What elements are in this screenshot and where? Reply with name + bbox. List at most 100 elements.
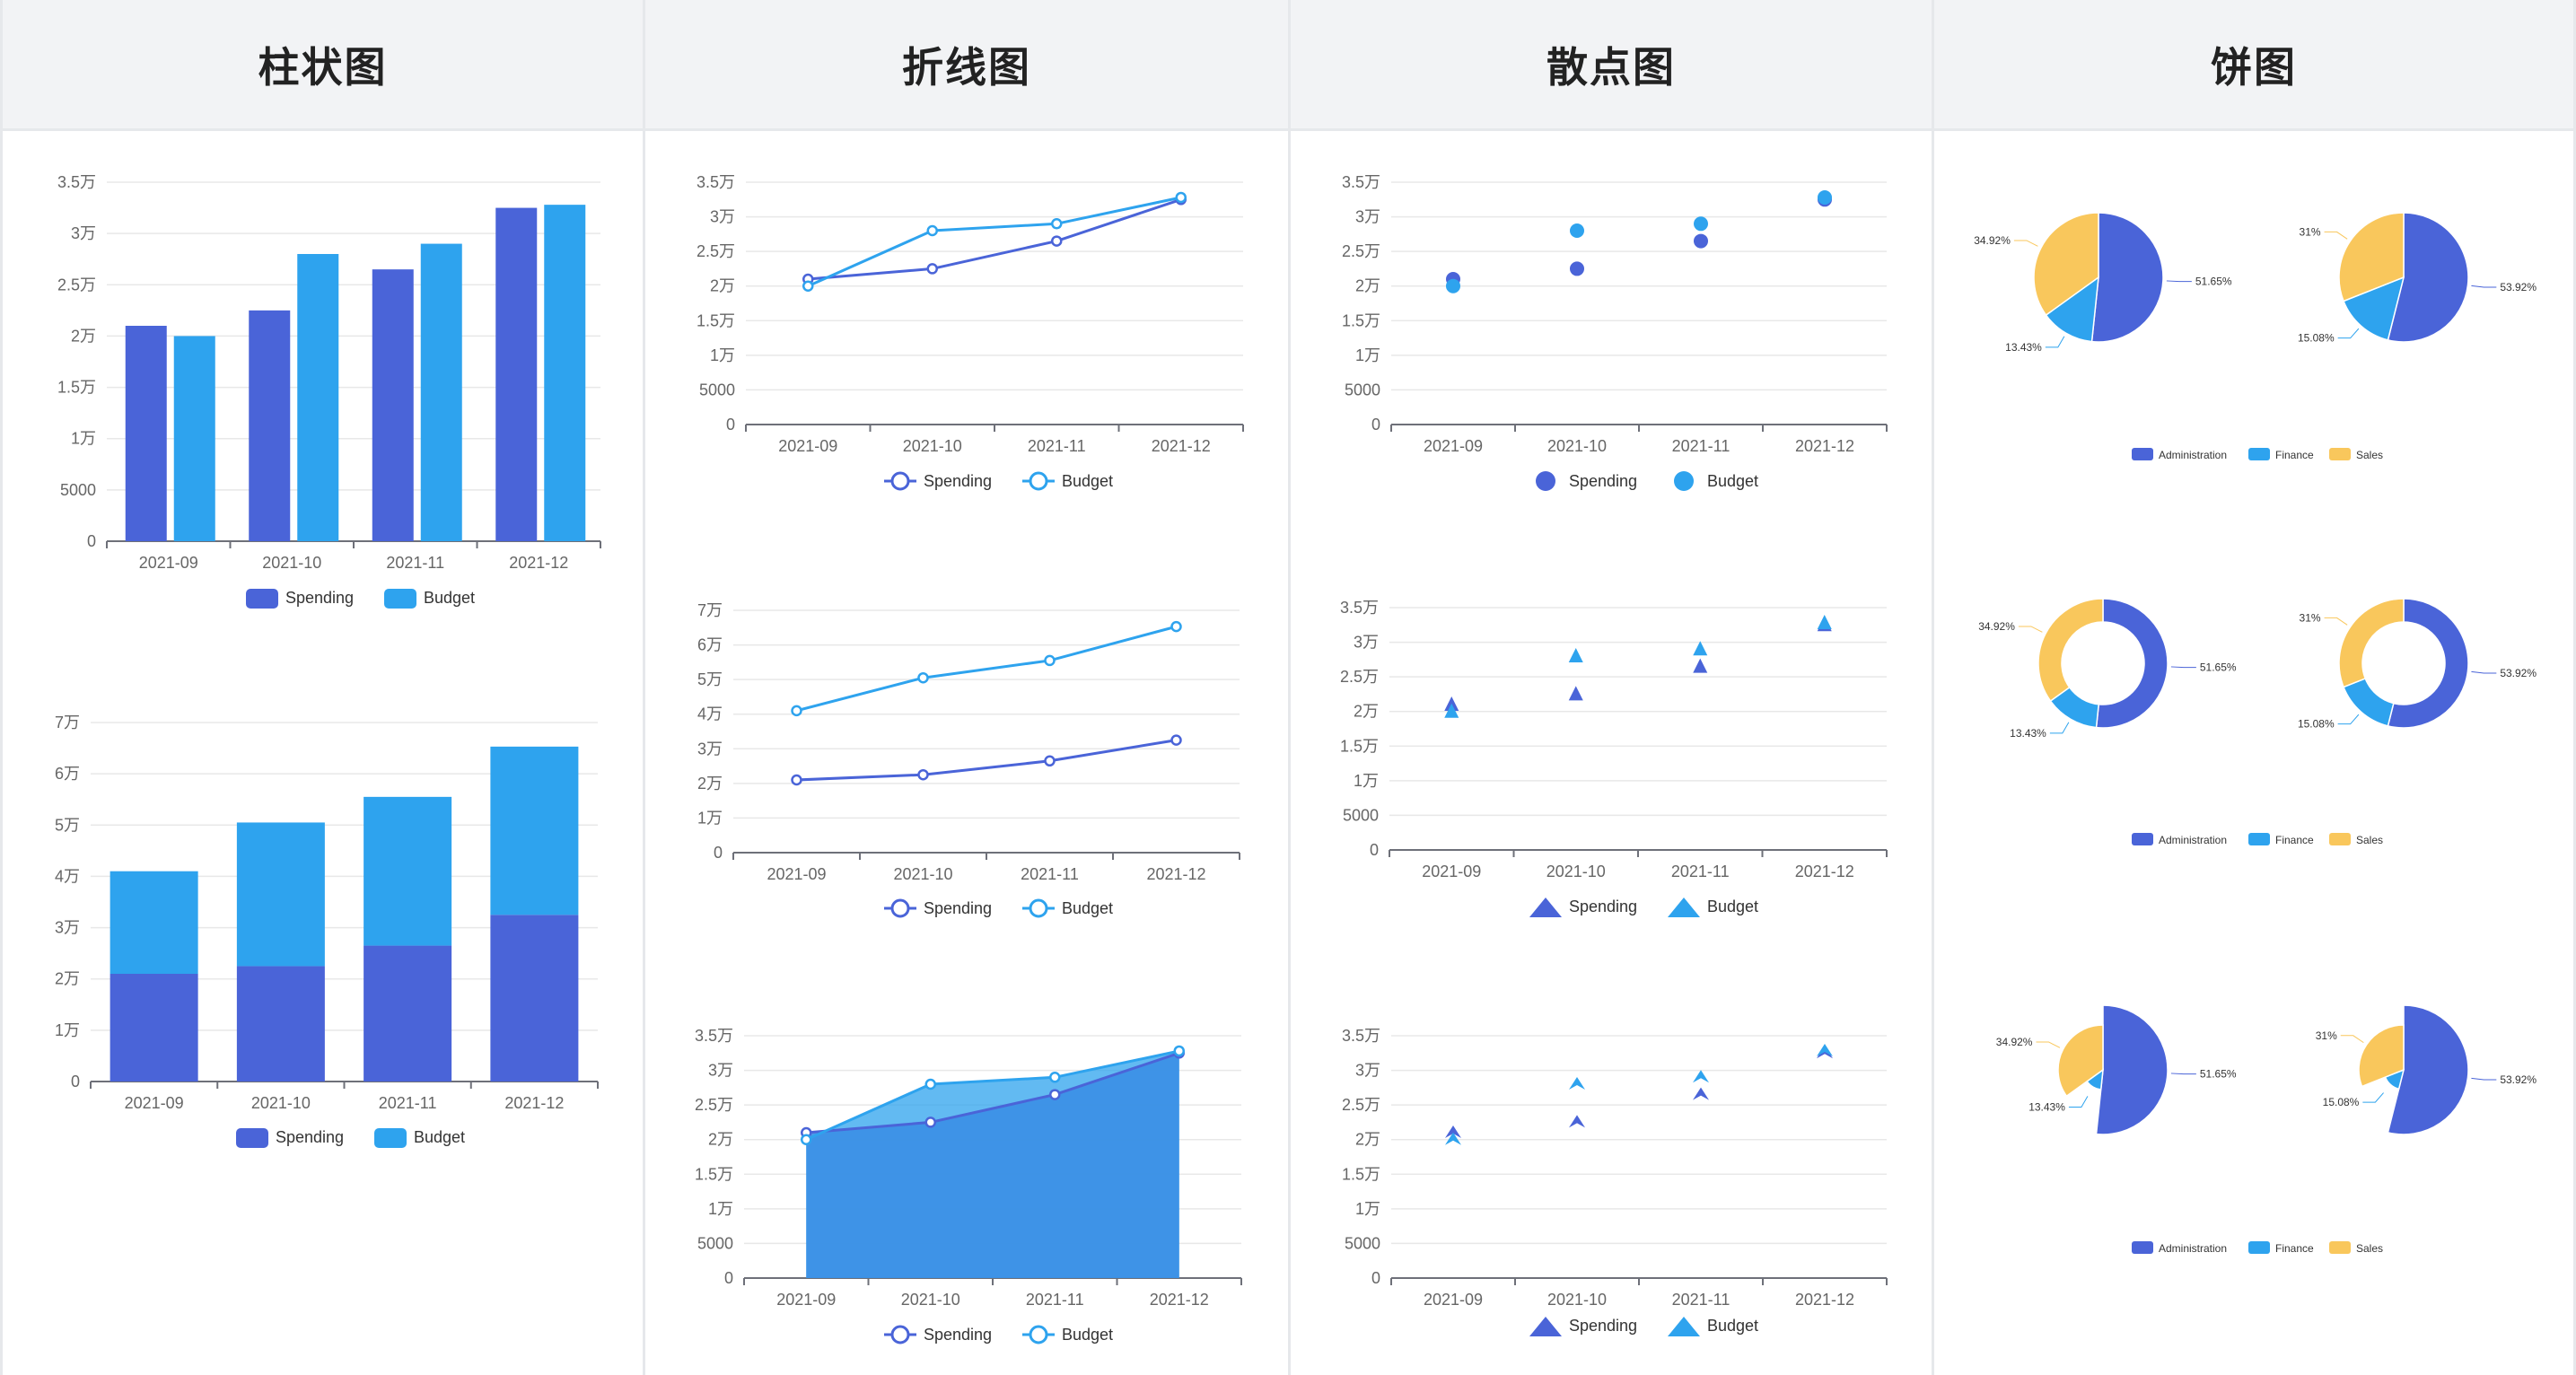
bar-stacked-chart: 0 1万 2万 3万 4万 5万 6万 7万 2021-09 2021-10 2021-11 2021…	[55, 714, 599, 1148]
pie-row1-legend-label: Administration	[2159, 449, 2227, 461]
pie-charts-panel: 51.65% 13.43% 34.92% 53.92% 15.08% 31% Adminis…	[1974, 212, 2537, 1255]
bar-grouped-legend-label: Spending	[285, 589, 354, 607]
pie-row1-a-slice-administration	[2090, 212, 2164, 343]
scatter-circle-legend-label: Budget	[1707, 472, 1758, 490]
pie-row3-b-label-line	[2362, 1092, 2384, 1103]
line-area-chart: 0 5000 1万 1.5万 2万 2.5万 3万 3.5万 2021-09 2021-10 202…	[695, 1027, 1242, 1344]
line-area-y-tick-label: 3万	[708, 1062, 733, 1080]
line-area-point-budget	[801, 1134, 812, 1145]
bar-stacked-bar-spending	[490, 915, 579, 1082]
bar-grouped-bar-spending	[372, 269, 414, 541]
bar-grouped-y-tick-label: 3万	[71, 224, 96, 242]
pie-row1-b-label-line	[2324, 231, 2348, 240]
line-stacked-point-budget	[791, 705, 802, 717]
line-basic-y-tick-label: 5000	[699, 381, 735, 398]
line-stacked-point-budget	[1044, 654, 1056, 667]
line-area-y-tick-label: 2.5万	[695, 1096, 733, 1114]
pie-row3-legend-label: Finance	[2275, 1242, 2314, 1255]
line-stacked-y-tick-label: 2万	[697, 775, 723, 793]
scatter-triangle-point-budget	[1693, 641, 1708, 656]
pie-row3-a-slice-label: 51.65%	[2200, 1068, 2237, 1081]
line-stacked-y-tick-label: 7万	[697, 601, 723, 619]
scatter-circle-y-tick-label: 2.5万	[1342, 242, 1380, 260]
pie-row1-a-slice-label: 34.92%	[1974, 234, 2011, 247]
line-area-x-tick-label: 2021-10	[901, 1291, 960, 1309]
scatter-triangle-legend-swatch-budget	[1668, 898, 1700, 917]
line-basic-x-tick-label: 2021-11	[1028, 437, 1086, 455]
scatter-arrow-point-budget	[1569, 1077, 1585, 1090]
line-stacked-legend-label: Spending	[924, 899, 992, 917]
line-basic-chart: 0 5000 1万 1.5万 2万 2.5万 3万 3.5万 2021-09 2021-10 202…	[697, 173, 1244, 491]
line-basic-y-tick-label: 3万	[710, 208, 735, 226]
line-basic-legend-swatch-budget	[1029, 471, 1048, 491]
pie-row2-b-slice-sales	[2338, 598, 2405, 688]
bar-stacked-x-tick-label: 2021-10	[251, 1094, 311, 1112]
line-area-legend-label: Spending	[924, 1326, 992, 1344]
pie-row2-legend-swatch-finance	[2248, 833, 2270, 845]
line-stacked-y-tick-label: 0	[714, 844, 723, 862]
line-basic-point-budget	[802, 280, 814, 292]
scatter-triangle-point-spending	[1693, 658, 1708, 673]
scatter-arrow-legend-swatch-budget	[1668, 1317, 1700, 1336]
bar-stacked-y-tick-label: 7万	[55, 714, 80, 731]
pie-row2-b-label-line	[2337, 714, 2360, 725]
bar-grouped-x-tick-label: 2021-12	[509, 554, 568, 572]
line-basic-legend-label: Budget	[1062, 472, 1113, 490]
bar-grouped-y-tick-label: 2.5万	[57, 276, 96, 293]
bar-grouped-x-tick-label: 2021-10	[262, 554, 321, 572]
bar-stacked-y-tick-label: 1万	[55, 1021, 80, 1039]
bar-stacked-y-tick-label: 3万	[55, 919, 80, 937]
line-stacked-point-budget	[917, 671, 929, 684]
scatter-triangle-y-tick-label: 5000	[1343, 806, 1379, 824]
scatter-arrow-x-tick-label: 2021-12	[1795, 1291, 1854, 1309]
scatter-arrow-legend-label: Spending	[1569, 1317, 1637, 1335]
scatter-circle-x-tick-label: 2021-09	[1424, 437, 1483, 455]
bar-grouped-legend-swatch-spending	[246, 589, 278, 609]
bar-grouped-x-tick-label: 2021-11	[386, 554, 444, 572]
pie-row2-b-label-line	[2324, 617, 2348, 626]
scatter-triangle-legend-label: Budget	[1707, 898, 1758, 915]
bar-grouped-x-tick-label: 2021-09	[139, 554, 198, 572]
scatter-circle-point-budget	[1818, 189, 1832, 205]
bar-stacked-legend-label: Spending	[276, 1128, 344, 1146]
scatter-circle-y-tick-label: 0	[1371, 416, 1380, 434]
bar-stacked-x-tick-label: 2021-11	[379, 1094, 437, 1112]
line-basic-y-tick-label: 1.5万	[697, 311, 735, 329]
pie-row1-legend-swatch-sales	[2329, 448, 2351, 460]
pie-row3-legend-swatch-finance	[2248, 1241, 2270, 1254]
pie-row2-b-slice-label: 15.08%	[2298, 718, 2335, 731]
pie-row3-a-slice-label: 34.92%	[1996, 1036, 2033, 1048]
line-stacked-point-budget	[1170, 620, 1182, 633]
scatter-triangle-y-tick-label: 0	[1370, 841, 1379, 859]
scatter-arrow-chart: 0 5000 1万 1.5万 2万 2.5万 3万 3.5万 2021-09 2021-10 202…	[1342, 1027, 1888, 1336]
scatter-circle-legend-label: Spending	[1569, 472, 1637, 490]
bar-stacked-y-tick-label: 4万	[55, 867, 80, 885]
line-area-point-budget	[1173, 1045, 1185, 1057]
line-stacked-y-tick-label: 3万	[697, 740, 723, 758]
scatter-triangle-y-tick-label: 2万	[1354, 703, 1379, 721]
pie-row2-a-slice-administration	[2095, 598, 2169, 729]
line-area-legend-swatch-budget	[1029, 1325, 1048, 1344]
pie-row2-legend-label: Finance	[2275, 834, 2314, 846]
pie-row2-a-label-line	[2170, 666, 2196, 669]
bar-stacked-y-tick-label: 6万	[55, 765, 80, 783]
line-stacked-point-spending	[917, 768, 929, 781]
scatter-circle-y-tick-label: 5000	[1345, 381, 1380, 398]
pie-row1-a-label-line	[2166, 280, 2192, 283]
scatter-triangle-x-tick-label: 2021-11	[1671, 863, 1730, 880]
pie-row2-a-label-line	[2049, 722, 2070, 734]
scatter-triangle-x-tick-label: 2021-09	[1422, 863, 1481, 880]
line-stacked-point-spending	[791, 774, 802, 786]
bar-grouped-legend-label: Budget	[424, 589, 475, 607]
pie-row2-a-slice-label: 13.43%	[2010, 727, 2046, 740]
scatter-circle-y-tick-label: 1万	[1355, 346, 1380, 364]
line-area-legend-swatch-spending	[890, 1325, 910, 1344]
pie-row1-legend: Administration Finance Sales	[2132, 448, 2383, 461]
scatter-triangle-y-tick-label: 2.5万	[1340, 668, 1379, 686]
pie-row2-b-label-line	[2471, 670, 2497, 674]
line-area-point-spending	[1049, 1089, 1061, 1100]
line-basic-point-spending	[1051, 235, 1063, 247]
pie-row2-b-slice-label: 53.92%	[2500, 667, 2537, 679]
line-area-x-tick-label: 2021-12	[1150, 1291, 1209, 1309]
line-basic-y-tick-label: 3.5万	[697, 173, 735, 191]
